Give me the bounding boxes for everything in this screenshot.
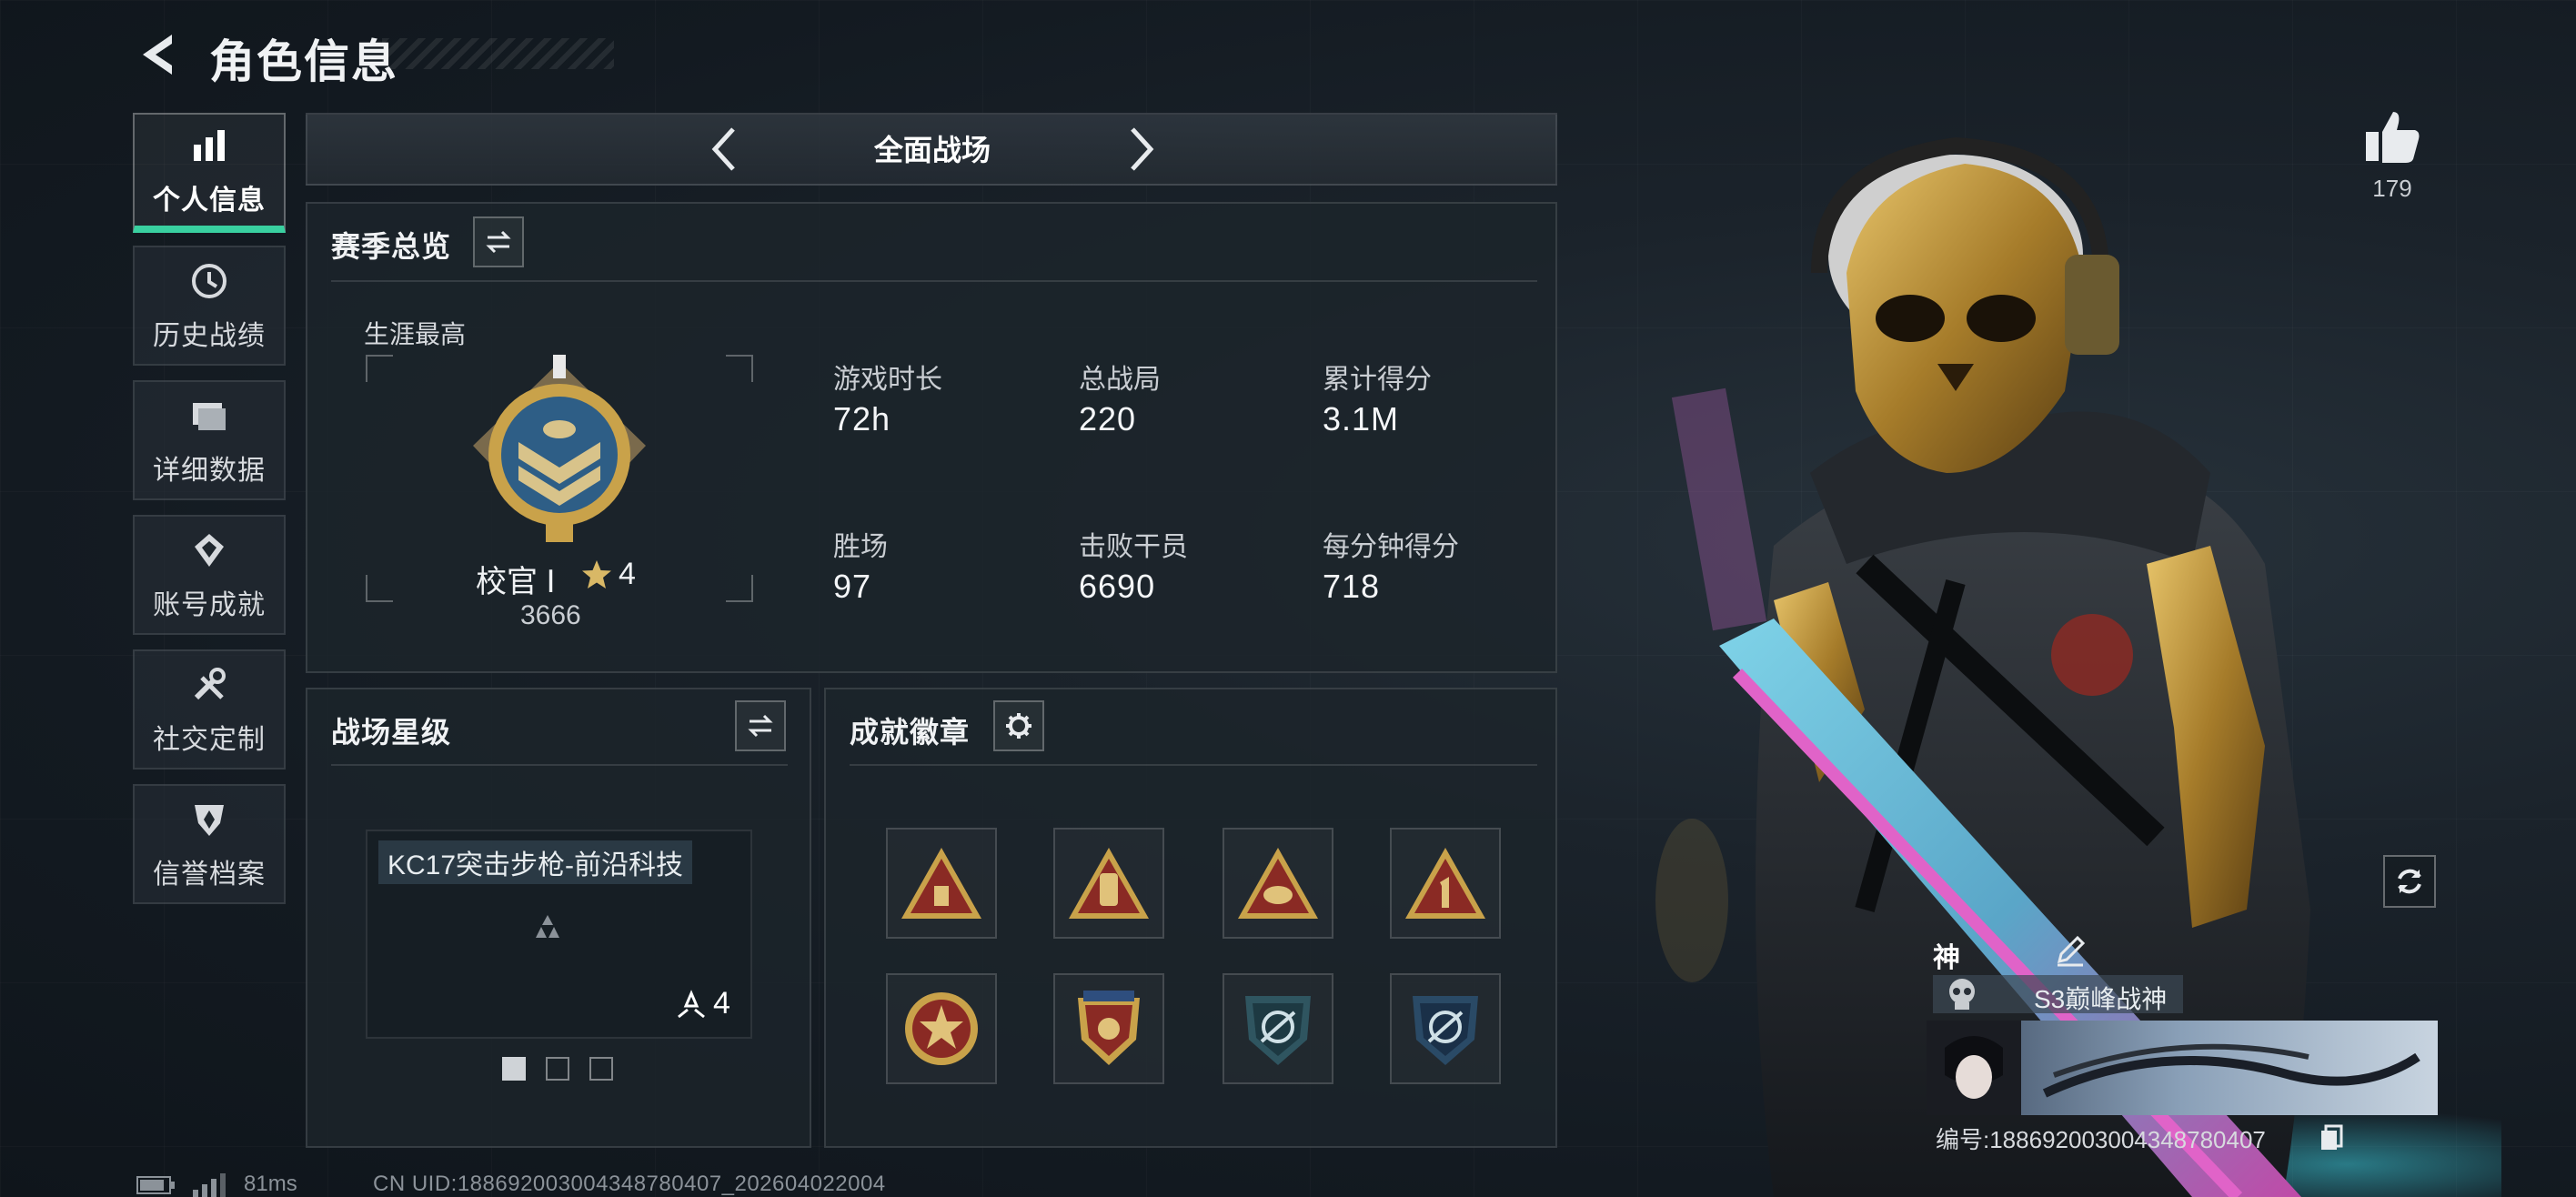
- frame-corner: [726, 575, 753, 602]
- ping-value: 81ms: [244, 1172, 297, 1196]
- weapon-name: KC17突击步枪-前沿科技: [378, 840, 693, 884]
- sidebar-item-label: 详细数据: [153, 456, 266, 486]
- sidebar-item-label: 信誉档案: [153, 860, 266, 890]
- stat-label-play-time: 游戏时长: [833, 365, 942, 395]
- sidebar-item-social-custom[interactable]: 社交定制: [133, 649, 286, 770]
- frame-corner: [366, 575, 393, 602]
- stat-value-total-score: 3.1M: [1323, 400, 1400, 438]
- achievement-badge[interactable]: [1390, 973, 1501, 1084]
- title-badge-text: S3巅峰战神: [2034, 985, 2168, 1013]
- page-indicator-3[interactable]: [589, 1057, 613, 1081]
- folder-icon: [186, 393, 232, 438]
- achievement-badge[interactable]: [886, 828, 997, 939]
- divider: [331, 280, 1537, 282]
- sidebar-item-label: 个人信息: [153, 186, 266, 216]
- battery-icon: [136, 1176, 175, 1194]
- page-title: 角色信息: [209, 36, 398, 87]
- stat-value-play-time: 72h: [833, 400, 891, 438]
- stat-label-total-score: 累计得分: [1323, 365, 1432, 395]
- career-high-label: 生涯最高: [364, 320, 467, 348]
- frame-corner: [366, 355, 393, 382]
- star-icon: [582, 560, 611, 588]
- footer-uid: CN UID:188692003004348780407_20260402200…: [373, 1172, 886, 1196]
- sidebar-item-label: 社交定制: [153, 725, 266, 755]
- tools-icon: [186, 662, 232, 708]
- sidebar-item-personal-info[interactable]: 个人信息: [133, 113, 286, 233]
- player-id: 编号:188692003004348780407: [1936, 1126, 2266, 1153]
- achievement-badge[interactable]: [886, 973, 997, 1084]
- stat-label-total-matches: 总战局: [1079, 365, 1161, 395]
- sidebar-item-history[interactable]: 历史战绩: [133, 246, 286, 366]
- signal-icon: [193, 1173, 226, 1197]
- swap-button[interactable]: [473, 216, 524, 267]
- emblem-badge-icon: [1245, 996, 1311, 1065]
- mode-label: 全面战场: [873, 134, 991, 166]
- sidebar-item-label: 账号成就: [153, 590, 266, 620]
- refresh-icon: [2398, 869, 2421, 894]
- refresh-button[interactable]: [2383, 855, 2436, 908]
- rank-emblem-icon: [473, 355, 646, 542]
- skull-badge-icon: [1949, 979, 1975, 1010]
- sidebar-item-label: 历史战绩: [153, 321, 266, 351]
- title-decoration: [382, 38, 614, 69]
- triangle-badge-icon: [1405, 848, 1485, 919]
- shield-icon: [186, 797, 232, 842]
- sidebar-item-detailed-data[interactable]: 详细数据: [133, 380, 286, 500]
- achievement-badge[interactable]: [1223, 828, 1333, 939]
- swap-icon: [486, 230, 511, 254]
- rank-name: 校官 Ⅰ: [476, 565, 556, 599]
- copy-icon[interactable]: [2319, 1124, 2343, 1152]
- stat-value-total-matches: 220: [1079, 400, 1137, 438]
- history-icon: [186, 258, 232, 304]
- battlefield-stars-title: 战场星级: [331, 716, 452, 749]
- triangle-badge-icon: [901, 848, 981, 919]
- page-indicator-2[interactable]: [546, 1057, 569, 1081]
- star-tier-icon: [678, 990, 705, 1019]
- achievement-badge[interactable]: [1390, 828, 1501, 939]
- emblem-badge-icon: [1413, 996, 1478, 1065]
- shield-badge-icon: [1078, 991, 1140, 1065]
- swap-button[interactable]: [735, 700, 786, 751]
- stat-label-kills: 击败干员: [1079, 532, 1188, 562]
- triangle-badge-icon: [1238, 848, 1318, 919]
- achievement-badges-title: 成就徽章: [850, 716, 971, 749]
- stat-value-score-per-minute: 718: [1323, 568, 1381, 605]
- bar-chart-icon: [186, 123, 232, 168]
- nameplate-banner: [1927, 1021, 2438, 1115]
- stat-label-score-per-minute: 每分钟得分: [1323, 532, 1459, 562]
- achievement-badge[interactable]: [1223, 973, 1333, 1084]
- like-count: 179: [2372, 175, 2412, 202]
- season-overview-title: 赛季总览: [331, 230, 452, 263]
- chevron-right-icon[interactable]: [1114, 124, 1165, 175]
- frame-corner: [726, 355, 753, 382]
- weapon-stars: 4: [713, 986, 730, 1021]
- divider: [331, 764, 788, 766]
- gear-icon: [1006, 713, 1031, 739]
- round-star-badge-icon: [905, 992, 978, 1065]
- swap-icon: [748, 714, 773, 738]
- page-indicator-1[interactable]: [502, 1057, 526, 1081]
- stat-value-kills: 6690: [1079, 568, 1156, 605]
- stat-label-wins: 胜场: [833, 532, 888, 562]
- triforce-icon: [536, 915, 559, 938]
- sidebar-item-achievements[interactable]: 账号成就: [133, 515, 286, 635]
- back-arrow-icon[interactable]: [132, 27, 186, 82]
- divider: [850, 764, 1537, 766]
- rank-stars: 4: [619, 557, 636, 591]
- achievement-badge[interactable]: [1053, 973, 1164, 1084]
- rank-score: 3666: [520, 600, 581, 630]
- achievement-badge[interactable]: [1053, 828, 1164, 939]
- achievement-icon: [186, 528, 232, 573]
- settings-button[interactable]: [993, 700, 1044, 751]
- thumbs-up-icon[interactable]: [2360, 105, 2424, 168]
- player-name: 神: [1933, 943, 1960, 973]
- triangle-badge-icon: [1069, 848, 1149, 919]
- edit-icon[interactable]: [2052, 932, 2088, 969]
- chevron-left-icon[interactable]: [700, 124, 751, 175]
- stat-value-wins: 97: [833, 568, 872, 605]
- sidebar-item-reputation[interactable]: 信誉档案: [133, 784, 286, 904]
